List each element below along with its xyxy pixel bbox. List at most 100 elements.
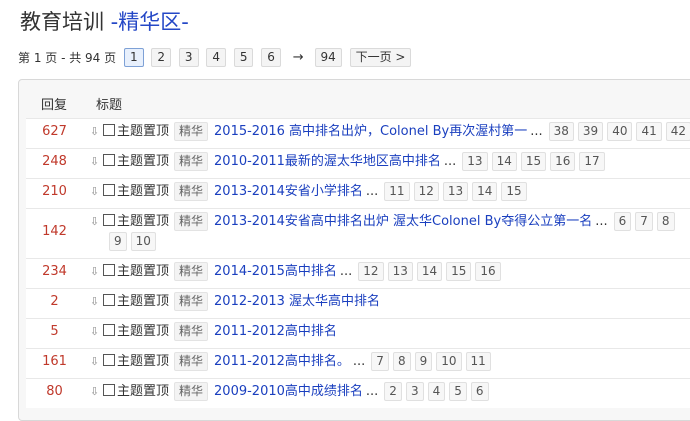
page-4-button[interactable]: 4 [206,48,226,67]
page-3-button[interactable]: 3 [178,48,199,67]
thread-page-link[interactable]: 6 [613,212,632,231]
pin-checkbox[interactable] [103,124,115,136]
digest-tag[interactable]: 精华 [174,352,209,371]
pin-checkbox[interactable] [103,264,115,276]
pin-checkbox[interactable] [103,294,115,306]
thread-list: 回复 标题 627 ⇩ 主题置顶 精华 2015-2016 高中排名出炉，Colonel… [18,79,690,421]
thread-page-link[interactable]: 39 [577,122,604,141]
digest-tag[interactable]: 精华 [174,212,209,231]
section-link[interactable]: 精华区- [118,10,189,34]
thread-title-link[interactable]: 2011-2012高中排名 [214,324,337,339]
page-5-button[interactable]: 5 [233,48,254,67]
title-line: ⇩ 主题置顶 精华 2010-2011最新的渥太华地区高中排名... 13 14 15 16 1… [88,152,609,172]
digest-tag[interactable]: 精华 [174,152,209,171]
reply-count: 210 [42,184,67,199]
title-cell: ⇩ 主题置顶 精华 2012-2013 渥太华高中排名 [88,289,690,318]
ellipsis: ... [365,384,379,399]
reply-count: 2 [50,294,59,309]
thread-page-link[interactable]: 12 [358,262,384,281]
thread-page-link[interactable]: 13 [442,182,469,201]
thread-page-link[interactable]: 14 [472,182,498,201]
thread-page-link[interactable]: 10 [130,232,156,251]
table-row: 161 ⇩ 主题置顶 精华 2011-2012高中排名。... 7 8 9 10 11 [26,348,690,378]
reply-count: 5 [50,324,59,339]
thread-page-link[interactable]: 7 [635,212,653,231]
thread-title-link[interactable]: 2010-2011最新的渥太华地区高中排名 [214,154,441,169]
thread-title-link[interactable]: 2012-2013 渥太华高中排名 [214,294,380,309]
pin-checkbox[interactable] [103,324,115,336]
thread-page-link[interactable]: 42 [665,122,690,141]
thread-page-link[interactable]: 15 [520,152,547,171]
arrow-down-icon: ⇩ [89,325,100,338]
table-row: 248 ⇩ 主题置顶 精华 2010-2011最新的渥太华地区高中排名... 13 14 15… [26,148,690,178]
thread-page-link[interactable]: 15 [446,262,472,281]
ellipsis: ... [365,184,379,199]
thread-page-link[interactable]: 14 [491,152,517,171]
thread-page-link[interactable]: 17 [579,152,605,171]
thread-title-link[interactable]: 2014-2015高中排名 [214,264,337,279]
digest-tag[interactable]: 精华 [174,262,209,281]
thread-page-link[interactable]: 38 [548,122,574,141]
title-text: 教育培训 [20,10,104,34]
thread-page-link[interactable]: 8 [392,352,411,371]
thread-title-link[interactable]: 2015-2016 高中排名出炉，Colonel By再次渥村第一 [214,124,527,139]
thread-page-link[interactable]: 13 [462,152,488,171]
digest-tag[interactable]: 精华 [174,292,209,311]
page-2-button[interactable]: 2 [151,48,172,67]
page-1-button[interactable]: 1 [123,48,144,67]
reply-count: 80 [46,384,63,399]
thread-page-link[interactable]: 9 [414,352,433,371]
thread-title-link[interactable]: 2013-2014安省小学排名 [214,184,363,199]
title-line: ⇩ 主题置顶 精华 2011-2012高中排名 [88,322,337,342]
thread-page-link[interactable]: 41 [636,122,662,141]
page-6-button[interactable]: 6 [261,48,281,67]
ellipsis: ... [339,264,353,279]
thread-page-link[interactable]: 40 [607,122,633,141]
thread-page-link[interactable]: 13 [387,262,413,281]
digest-tag[interactable]: 精华 [174,182,209,201]
digest-tag[interactable]: 精华 [174,382,209,401]
thread-page-link[interactable]: 6 [470,382,489,401]
title-cell: ⇩ 主题置顶 精华 2013-2014安省高中排名出炉 渥太华Colonel By夺得… [88,209,690,258]
thread-page-link[interactable]: 15 [501,182,527,201]
thread-page-link[interactable]: 2 [384,382,402,401]
thread-page-link[interactable]: 12 [413,182,439,201]
next-page-button[interactable]: 下一页 > [349,48,412,67]
page-summary: 第 1 页 - 共 94 页 [18,51,117,65]
thread-title-link[interactable]: 2009-2010高中成绩排名 [214,384,363,399]
pin-label: 主题置顶 [117,384,170,399]
thread-page-link[interactable]: 3 [405,382,424,401]
pin-checkbox[interactable] [103,154,115,166]
page-last-button[interactable]: 94 [314,48,342,67]
digest-tag[interactable]: 精华 [174,322,209,341]
title-cell: ⇩ 主题置顶 精华 2011-2012高中排名。... 7 8 9 10 11 [88,349,690,378]
pin-checkbox[interactable] [103,384,115,396]
thread-title-link[interactable]: 2011-2012高中排名。 [214,354,350,369]
thread-page-link[interactable]: 11 [465,352,491,371]
thread-page-link[interactable]: 5 [449,382,467,401]
pin-label: 主题置顶 [117,354,170,369]
table-row: 2 ⇩ 主题置顶 精华 2012-2013 渥太华高中排名 [26,288,690,318]
thread-page-link[interactable]: 4 [427,382,446,401]
digest-tag[interactable]: 精华 [174,122,209,141]
thread-page-link[interactable]: 16 [475,262,501,281]
arrow-down-icon: ⇩ [89,265,100,278]
title-cell: ⇩ 主题置顶 精华 2010-2011最新的渥太华地区高中排名... 13 14 15 16 1… [88,149,690,178]
arrow-down-icon: ⇩ [89,215,100,228]
title-cell: ⇩ 主题置顶 精华 2014-2015高中排名... 12 13 14 15 16 [88,259,690,288]
thread-page-link[interactable]: 16 [550,152,576,171]
thread-page-link[interactable]: 10 [436,352,462,371]
title-cell: ⇩ 主题置顶 精华 2013-2014安省小学排名... 11 12 13 14 15 [88,179,690,208]
pin-checkbox[interactable] [103,184,115,196]
pin-checkbox[interactable] [103,214,115,226]
pin-checkbox[interactable] [103,354,115,366]
ellipsis: ... [443,154,457,169]
thread-page-link[interactable]: 9 [109,232,127,251]
thread-title-link[interactable]: 2013-2014安省高中排名出炉 渥太华Colonel By夺得公立第一名 [214,214,592,229]
pin-label: 主题置顶 [117,324,170,339]
thread-page-link[interactable]: 11 [384,182,410,201]
thread-page-link[interactable]: 14 [416,262,443,281]
pin-label: 主题置顶 [117,154,170,169]
thread-page-link[interactable]: 8 [656,212,675,231]
thread-page-link[interactable]: 7 [371,352,389,371]
